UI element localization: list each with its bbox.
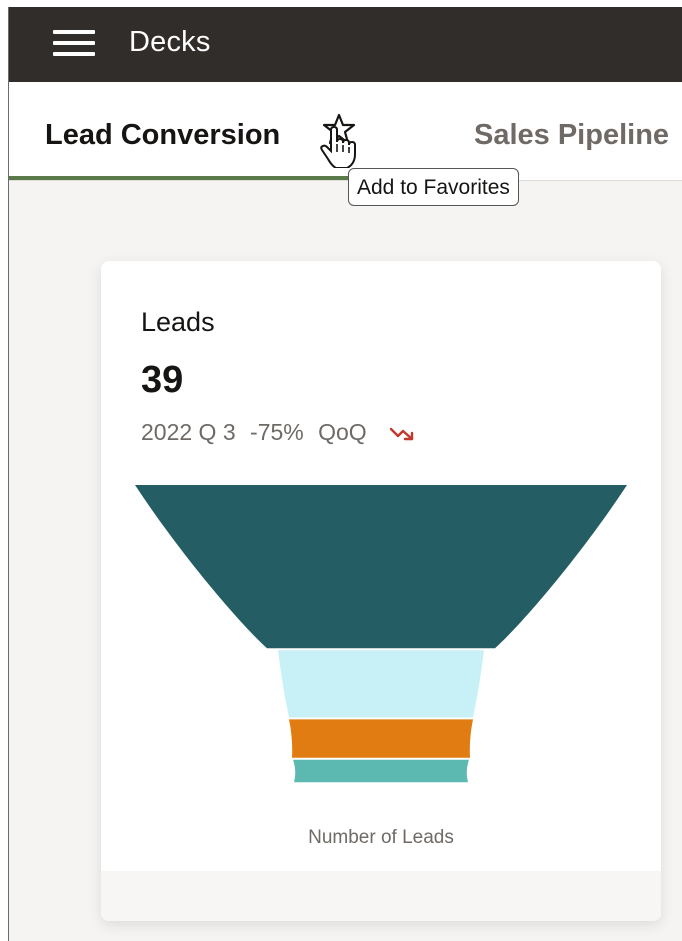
funnel-stage-1[interactable] (135, 485, 627, 649)
funnel-stage-4[interactable] (293, 759, 469, 783)
card-title: Leads (141, 307, 215, 337)
leads-funnel-chart (135, 485, 627, 783)
funnel-stage-3[interactable] (289, 719, 473, 758)
app-title: Decks (129, 26, 211, 58)
tab-bar: Lead Conversion Sales Pipeline (9, 82, 682, 181)
leads-card[interactable]: Leads 39 2022 Q 3 -75% QoQ Number of Lea… (101, 261, 661, 921)
card-meta: 2022 Q 3 -75% QoQ (141, 419, 417, 446)
hamburger-icon[interactable] (53, 28, 95, 58)
comparison-label: QoQ (318, 419, 367, 445)
period-label: 2022 Q 3 (141, 419, 236, 445)
tab-selected-indicator (9, 176, 349, 180)
change-label: -75% (250, 419, 304, 445)
favorites-tooltip: Add to Favorites (348, 168, 519, 206)
trend-down-icon (389, 427, 414, 441)
app-frame: Decks Lead Conversion Sales Pipeline Add… (8, 7, 682, 941)
leads-value: 39 (141, 359, 184, 401)
card-footer (101, 871, 661, 921)
funnel-axis-label: Number of Leads (308, 827, 454, 848)
star-icon[interactable] (322, 112, 356, 146)
tab-label: Lead Conversion (45, 119, 281, 151)
tab-lead-conversion[interactable]: Lead Conversion (9, 82, 349, 180)
app-header: Decks (9, 7, 682, 82)
tab-sales-pipeline[interactable]: Sales Pipeline (474, 119, 669, 152)
funnel-stage-2[interactable] (278, 650, 484, 718)
